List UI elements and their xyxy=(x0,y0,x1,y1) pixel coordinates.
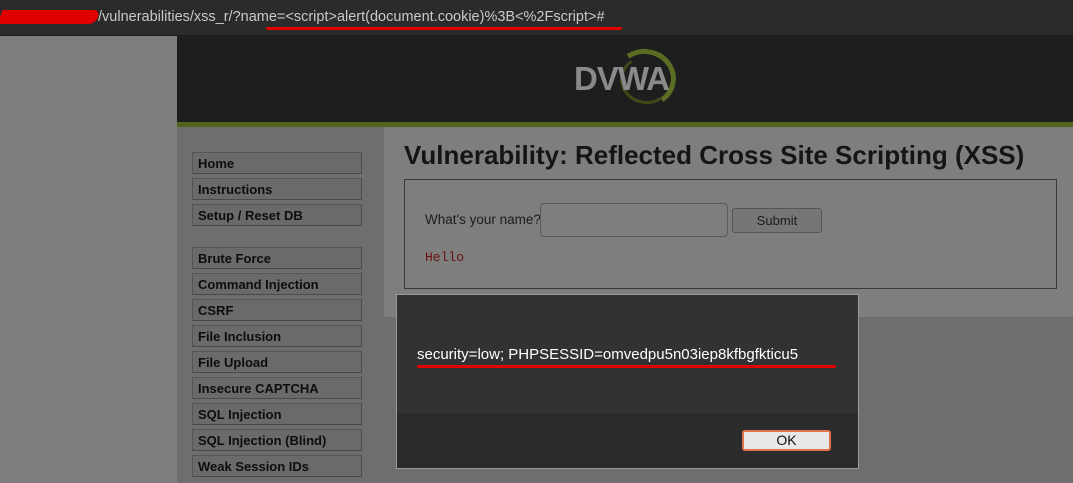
sidebar-item-command-injection[interactable]: Command Injection xyxy=(192,273,362,295)
alert-dialog: security=low; PHPSESSID=omvedpu5n03iep8k… xyxy=(396,294,859,469)
url-highlight-underline xyxy=(266,27,622,30)
sidebar-item-instructions[interactable]: Instructions xyxy=(192,178,362,200)
url-text[interactable]: /vulnerabilities/xss_r/?name=<script>ale… xyxy=(98,9,605,25)
sidebar-item-file-upload[interactable]: File Upload xyxy=(192,351,362,373)
address-bar[interactable]: /vulnerabilities/xss_r/?name=<script>ale… xyxy=(0,0,1073,36)
page-title: Vulnerability: Reflected Cross Site Scri… xyxy=(404,140,1025,170)
sidebar-item-home[interactable]: Home xyxy=(192,152,362,174)
ok-button[interactable]: OK xyxy=(742,430,831,451)
name-label: What's your name? xyxy=(425,212,541,227)
redaction-mark xyxy=(0,10,101,24)
sidebar-item-sql-injection-blind[interactable]: SQL Injection (Blind) xyxy=(192,429,362,451)
sidebar-item-setup-reset-db[interactable]: Setup / Reset DB xyxy=(192,204,362,226)
output-text: Hello xyxy=(425,250,465,265)
sidebar-item-weak-session-ids[interactable]: Weak Session IDs xyxy=(192,455,362,477)
vulnerable-code-area: What's your name? Submit Hello xyxy=(404,179,1057,289)
alert-message-highlight xyxy=(417,365,836,368)
menu-gap xyxy=(192,230,362,247)
sidebar-item-insecure-captcha[interactable]: Insecure CAPTCHA xyxy=(192,377,362,399)
sidebar-item-sql-injection[interactable]: SQL Injection xyxy=(192,403,362,425)
alert-message: security=low; PHPSESSID=omvedpu5n03iep8k… xyxy=(417,346,799,363)
submit-button[interactable]: Submit xyxy=(732,208,822,233)
sidebar-item-brute-force[interactable]: Brute Force xyxy=(192,247,362,269)
sidebar-menu: Home Instructions Setup / Reset DB Brute… xyxy=(192,152,362,481)
name-input[interactable] xyxy=(540,203,728,237)
sidebar-item-csrf[interactable]: CSRF xyxy=(192,299,362,321)
page-left-margin xyxy=(0,36,177,483)
sidebar-item-file-inclusion[interactable]: File Inclusion xyxy=(192,325,362,347)
dvwa-logo: DVWA xyxy=(574,44,684,112)
logo-text: DVWA xyxy=(574,60,670,97)
